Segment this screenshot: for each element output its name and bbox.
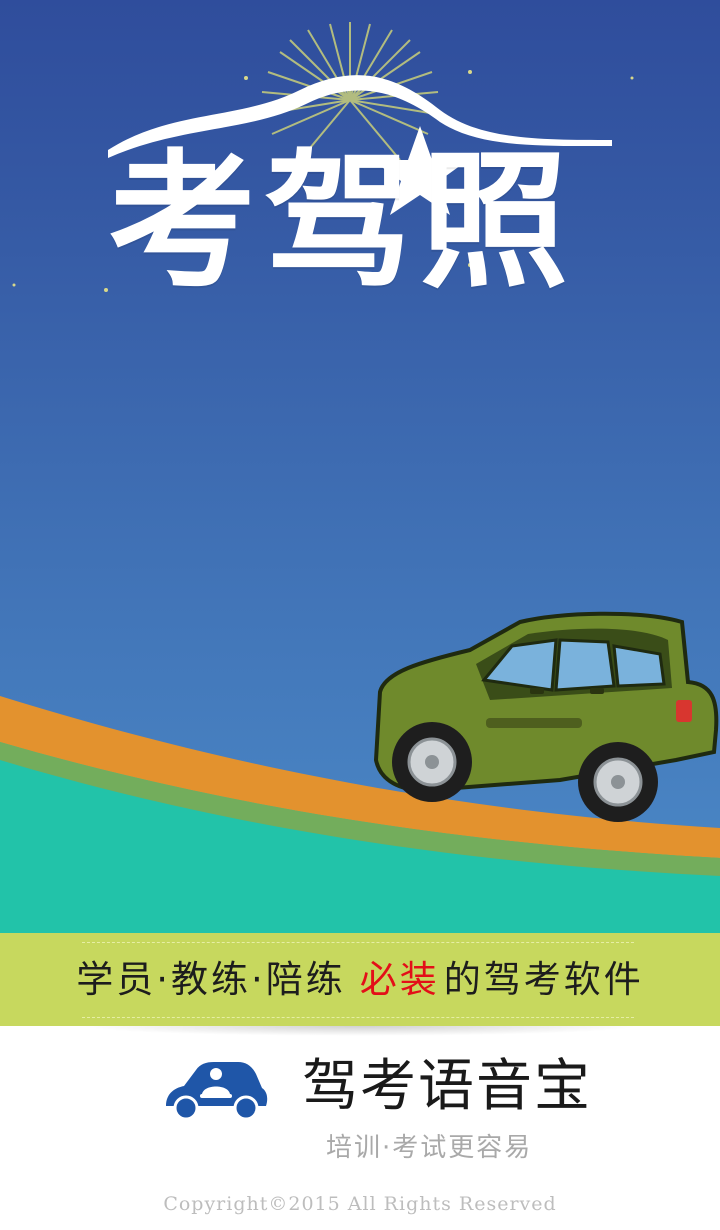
hero-illustration: 考驾照 [0,0,720,935]
banner-shadow [80,1026,640,1036]
logo-title: 考驾照 [108,136,576,308]
tagline-highlight: 必装 [359,958,440,1001]
app-slogan: 培训·考试更容易 [326,1133,533,1163]
suv-illustration [373,611,719,822]
car-driver-icon [166,1062,268,1120]
copyright-notice: Copyright©2015 All Rights Reserved [163,1193,557,1215]
tagline: 学员·教练·陪练 必装 的驾考软件 [0,957,720,1003]
tagline-banner: 学员·教练·陪练 必装 的驾考软件 [0,933,720,1026]
banner-divider-top [82,942,634,943]
app-name: 驾考语音宝 [302,1054,592,1119]
tagline-suffix: 的驾考软件 [443,958,644,1001]
banner-divider-bottom [82,1017,634,1018]
tagline-prefix: 学员·教练·陪练 [76,958,346,1001]
splash-screen: 考驾照 学员·教练·陪练 必装 的驾考软件 驾考语音宝 培训·考试更容易 Copyr… [0,0,720,1230]
